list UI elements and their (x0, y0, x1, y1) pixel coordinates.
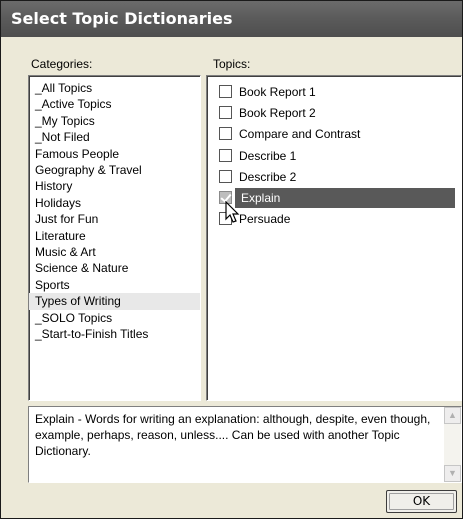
topic-label: Explain (241, 190, 281, 205)
topic-description-box[interactable]: Explain - Words for writing an explanati… (28, 406, 462, 483)
category-item[interactable]: _My Topics (29, 113, 200, 129)
category-item[interactable]: _SOLO Topics (29, 310, 200, 326)
category-item[interactable]: Just for Fun (29, 211, 200, 227)
topic-checkbox[interactable] (219, 85, 232, 98)
topics-label: Topics: (213, 57, 251, 71)
topic-label: Describe 1 (239, 148, 297, 163)
topic-item[interactable]: Compare and Contrast (215, 124, 461, 145)
category-item[interactable]: Holidays (29, 195, 200, 211)
category-item[interactable]: History (29, 178, 200, 194)
description-scrollbar[interactable]: ▲ ▼ (444, 407, 461, 482)
mouse-pointer-icon (225, 201, 240, 223)
categories-label: Categories: (31, 57, 93, 71)
category-item[interactable]: Music & Art (29, 244, 200, 260)
topic-label: Book Report 2 (239, 106, 316, 121)
category-item[interactable]: _Active Topics (29, 96, 200, 112)
category-item[interactable]: _Not Filed (29, 129, 200, 145)
topic-description-text: Explain - Words for writing an explanati… (35, 412, 431, 458)
topic-item[interactable]: Book Report 2 (215, 103, 461, 124)
category-item[interactable]: _Start-to-Finish Titles (29, 326, 200, 342)
scroll-up-arrow-icon[interactable]: ▲ (444, 407, 461, 424)
dialog-title: Select Topic Dictionaries (1, 1, 462, 37)
topic-item[interactable]: Persuade (215, 209, 461, 230)
select-topic-dictionaries-dialog: Select Topic Dictionaries Categories: To… (0, 0, 463, 519)
category-item[interactable]: Literature (29, 228, 200, 244)
topic-checkbox[interactable] (219, 127, 232, 141)
topic-label: Book Report 1 (239, 85, 316, 99)
topic-item[interactable]: Describe 2 (215, 167, 461, 188)
category-item[interactable]: Sports (29, 277, 200, 293)
topic-label: Compare and Contrast (239, 127, 361, 142)
topic-checkbox[interactable] (219, 148, 232, 162)
topic-item[interactable]: Describe 1 (215, 146, 461, 167)
categories-list[interactable]: _All Topics _Active Topics _My Topics _Not … (28, 75, 201, 401)
topic-label: Describe 2 (239, 169, 297, 184)
topic-item[interactable]: Explain (215, 187, 461, 209)
category-item[interactable]: Types of Writing (29, 293, 200, 310)
topic-checkbox[interactable] (219, 169, 232, 183)
topic-label: Persuade (239, 212, 291, 227)
scroll-down-arrow-icon[interactable]: ▼ (444, 465, 461, 482)
topic-item[interactable]: Book Report 1 (215, 82, 461, 103)
category-item[interactable]: Famous People (29, 146, 200, 162)
category-item[interactable]: Geography & Travel (29, 162, 200, 178)
ok-button[interactable]: OK (386, 490, 457, 513)
ok-button-focus-border (389, 493, 454, 510)
topic-checkbox[interactable] (219, 106, 232, 120)
category-item[interactable]: _All Topics (29, 80, 200, 96)
category-item[interactable]: Science & Nature (29, 260, 200, 276)
topics-list[interactable]: Book Report 1 Book Report 2 Compare and Co… (206, 75, 462, 401)
